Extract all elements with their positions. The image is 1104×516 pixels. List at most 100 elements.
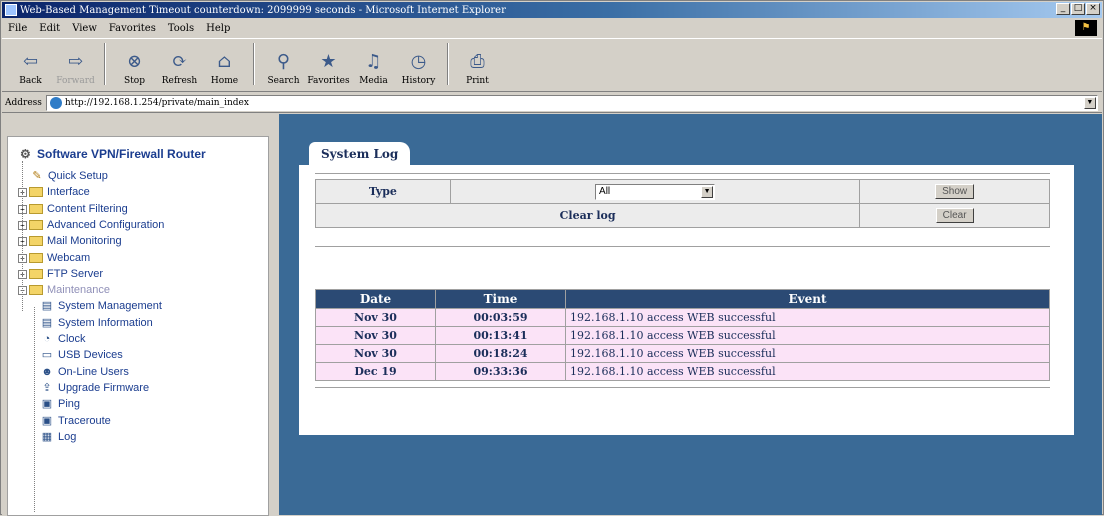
sidebar-item-label: Clock xyxy=(58,333,86,345)
menu-edit[interactable]: Edit xyxy=(33,23,66,34)
show-button[interactable]: Show xyxy=(935,184,975,199)
sidebar-item-label: Webcam xyxy=(47,252,91,264)
log-time-cell: 00:13:41 xyxy=(435,326,566,345)
log-time-cell: 00:03:59 xyxy=(435,308,566,327)
type-label: Type xyxy=(315,179,451,204)
stop-button[interactable]: ⊗ Stop xyxy=(112,39,157,89)
sidebar-item-label: System Information xyxy=(58,317,153,329)
log-date-cell: Dec 19 xyxy=(315,362,436,381)
sidebar-item-label: System Management xyxy=(58,300,162,312)
home-button[interactable]: ⌂ Home xyxy=(202,39,247,89)
type-select[interactable]: All ▼ xyxy=(595,183,716,200)
sidebar-item-log[interactable]: ▦ Log xyxy=(40,430,77,444)
sidebar-item-label: Maintenance xyxy=(47,284,110,296)
log-date-cell: Nov 30 xyxy=(315,344,436,363)
address-dropdown-icon[interactable]: ▼ xyxy=(1083,96,1096,109)
sidebar-item-label: Quick Setup xyxy=(48,170,108,182)
search-button[interactable]: ⚲ Search xyxy=(261,39,306,89)
history-icon: ◷ xyxy=(410,51,427,72)
tree-line xyxy=(34,307,35,512)
sidebar-item-interface[interactable]: + Interface xyxy=(18,185,90,199)
toolbar: ⇦ Back ⇨ Forward ⊗ Stop ⟳ Refresh ⌂ Home ⚲ Search ★ F… xyxy=(2,38,1102,92)
log-controls: Type All ▼ Show Clear log Clear xyxy=(314,179,1050,228)
menu-file[interactable]: File xyxy=(2,23,33,34)
toolbar-label: Favorites xyxy=(307,76,350,86)
close-button[interactable]: × xyxy=(1086,3,1100,15)
sidebar-item-on-line-users[interactable]: ☻ On-Line Users xyxy=(40,365,129,379)
sidebar-item-label: FTP Server xyxy=(47,268,104,280)
address-input[interactable]: http://192.168.1.254/private/main_index … xyxy=(45,94,1098,111)
clear-button[interactable]: Clear xyxy=(935,208,974,223)
maximize-button[interactable]: □ xyxy=(1071,3,1085,15)
folder-open-icon xyxy=(29,285,43,295)
toolbar-label: Forward xyxy=(56,76,95,86)
media-button[interactable]: ♫ Media xyxy=(351,39,396,89)
sidebar-item-content-filtering[interactable]: + Content Filtering xyxy=(18,202,128,216)
back-button[interactable]: ⇦ Back xyxy=(8,39,53,89)
system-log-panel: Type All ▼ Show Clear log Clear Date Tim… xyxy=(299,165,1074,435)
menu-tools[interactable]: Tools xyxy=(162,23,200,34)
print-button[interactable]: ⎙ Print xyxy=(455,39,500,89)
sidebar-item-usb-devices[interactable]: ▭ USB Devices xyxy=(40,348,123,362)
sidebar-item-ftp-server[interactable]: + FTP Server xyxy=(18,267,103,281)
folder-icon xyxy=(29,187,43,197)
col-time: Time xyxy=(435,289,566,309)
toolbar-label: Back xyxy=(19,76,42,86)
toolbar-separator xyxy=(447,43,449,85)
favorites-button[interactable]: ★ Favorites xyxy=(306,39,351,89)
print-icon: ⎙ xyxy=(470,51,485,72)
tree-root[interactable]: ⚙ Software VPN/Firewall Router xyxy=(20,147,206,161)
quick-setup-icon: ✎ xyxy=(32,169,42,182)
menu-view[interactable]: View xyxy=(66,23,103,34)
chevron-down-icon[interactable]: ▼ xyxy=(701,185,714,198)
log-time-cell: 00:18:24 xyxy=(435,344,566,363)
ie-icon xyxy=(5,4,17,16)
sidebar-item-advanced-configuration[interactable]: + Advanced Configuration xyxy=(18,218,164,232)
sidebar-item-label: On-Line Users xyxy=(58,366,129,378)
upgrade-firmware-icon: ⇪ xyxy=(42,381,52,394)
toolbar-label: History xyxy=(401,76,436,86)
folder-icon xyxy=(29,204,43,214)
address-bar: Address http://192.168.1.254/private/mai… xyxy=(2,93,1102,113)
sidebar-item-label: Mail Monitoring xyxy=(47,235,122,247)
sidebar-item-quick-setup[interactable]: ✎ Quick Setup xyxy=(30,169,108,183)
page-content: ⚙ Software VPN/Firewall Router ✎ Quick Se… xyxy=(2,114,1102,516)
folder-icon xyxy=(29,220,43,230)
col-event: Event xyxy=(565,289,1050,309)
menu-bar: File Edit View Favorites Tools Help xyxy=(2,19,1102,37)
system-management-icon: ▤ xyxy=(41,299,53,312)
folder-icon xyxy=(29,236,43,246)
sidebar-item-clock[interactable]: ◔ Clock xyxy=(40,332,86,346)
minimize-button[interactable]: _ xyxy=(1056,3,1070,15)
sidebar-item-label: Upgrade Firmware xyxy=(58,382,150,394)
sidebar-item-traceroute[interactable]: ▣ Traceroute xyxy=(40,414,111,428)
menu-help[interactable]: Help xyxy=(200,23,236,34)
tree-line xyxy=(22,161,23,311)
table-row: Dec 19 09:33:36 192.168.1.10 access WEB su… xyxy=(315,362,1050,381)
type-select-value: All xyxy=(599,186,611,197)
tab-system-log[interactable]: System Log xyxy=(309,142,411,166)
sidebar-item-ping[interactable]: ▣ Ping xyxy=(40,397,80,411)
main-area: System Log Type All ▼ Show Clear log Cle… xyxy=(279,114,1102,515)
sidebar-item-mail-monitoring[interactable]: + Mail Monitoring xyxy=(18,234,122,248)
title-bar[interactable]: Web-Based Management Timeout counterdown… xyxy=(2,2,1102,18)
media-icon: ♫ xyxy=(365,51,382,72)
menu-favorites[interactable]: Favorites xyxy=(103,23,162,34)
sidebar-item-system-information[interactable]: ▤ System Information xyxy=(40,316,153,330)
toolbar-label: Refresh xyxy=(161,76,198,86)
home-icon: ⌂ xyxy=(217,51,232,72)
sidebar-item-upgrade-firmware[interactable]: ⇪ Upgrade Firmware xyxy=(40,381,149,395)
log-time-cell: 09:33:36 xyxy=(435,362,566,381)
show-button-cell: Show xyxy=(859,179,1050,204)
log-event-cell: 192.168.1.10 access WEB successful xyxy=(565,326,1050,345)
refresh-button[interactable]: ⟳ Refresh xyxy=(157,39,202,89)
table-row: Nov 30 00:18:24 192.168.1.10 access WEB su… xyxy=(315,344,1050,363)
sidebar-item-label: Log xyxy=(58,431,77,443)
address-url[interactable]: http://192.168.1.254/private/main_index xyxy=(65,98,249,108)
sidebar-item-webcam[interactable]: + Webcam xyxy=(18,251,90,265)
table-row: Nov 30 00:03:59 192.168.1.10 access WEB su… xyxy=(315,308,1050,327)
forward-button[interactable]: ⇨ Forward xyxy=(53,39,98,89)
sidebar-item-maintenance[interactable]: − Maintenance xyxy=(18,283,110,297)
sidebar-item-system-management[interactable]: ▤ System Management xyxy=(40,299,162,313)
history-button[interactable]: ◷ History xyxy=(396,39,441,89)
